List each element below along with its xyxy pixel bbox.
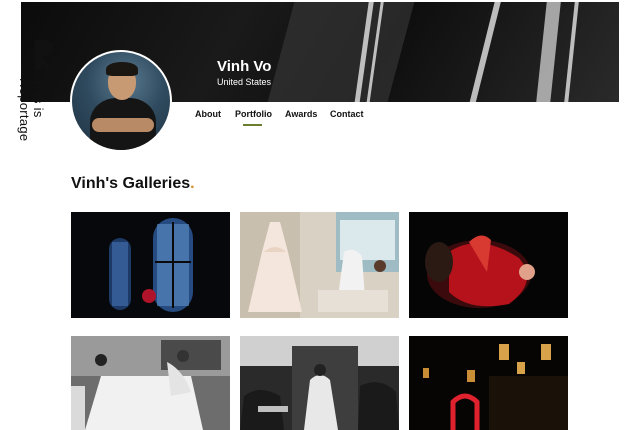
gallery-tile[interactable] [409,336,568,430]
tab-portfolio[interactable]: Portfolio [235,109,272,119]
tab-about[interactable]: About [195,109,221,119]
gallery-tile[interactable] [71,336,230,430]
profile-name: Vinh Vo [217,58,272,75]
title-accent-dot: . [190,175,195,192]
gallery-tile[interactable] [409,212,568,318]
gallery-tile[interactable] [240,212,399,318]
tab-contact[interactable]: Contact [330,109,364,119]
avatar [70,50,172,152]
logo-r-icon [35,40,53,70]
gallery-tile[interactable] [71,212,230,318]
galleries-title: Vinh's Galleries. [71,175,195,192]
active-tab-indicator [243,124,262,126]
profile-country: United States [217,77,272,87]
site-logo[interactable] [33,38,55,72]
tab-awards[interactable]: Awards [285,109,317,119]
gallery-tile[interactable] [240,336,399,430]
logo-wordmark: This is Reportage [17,78,46,142]
